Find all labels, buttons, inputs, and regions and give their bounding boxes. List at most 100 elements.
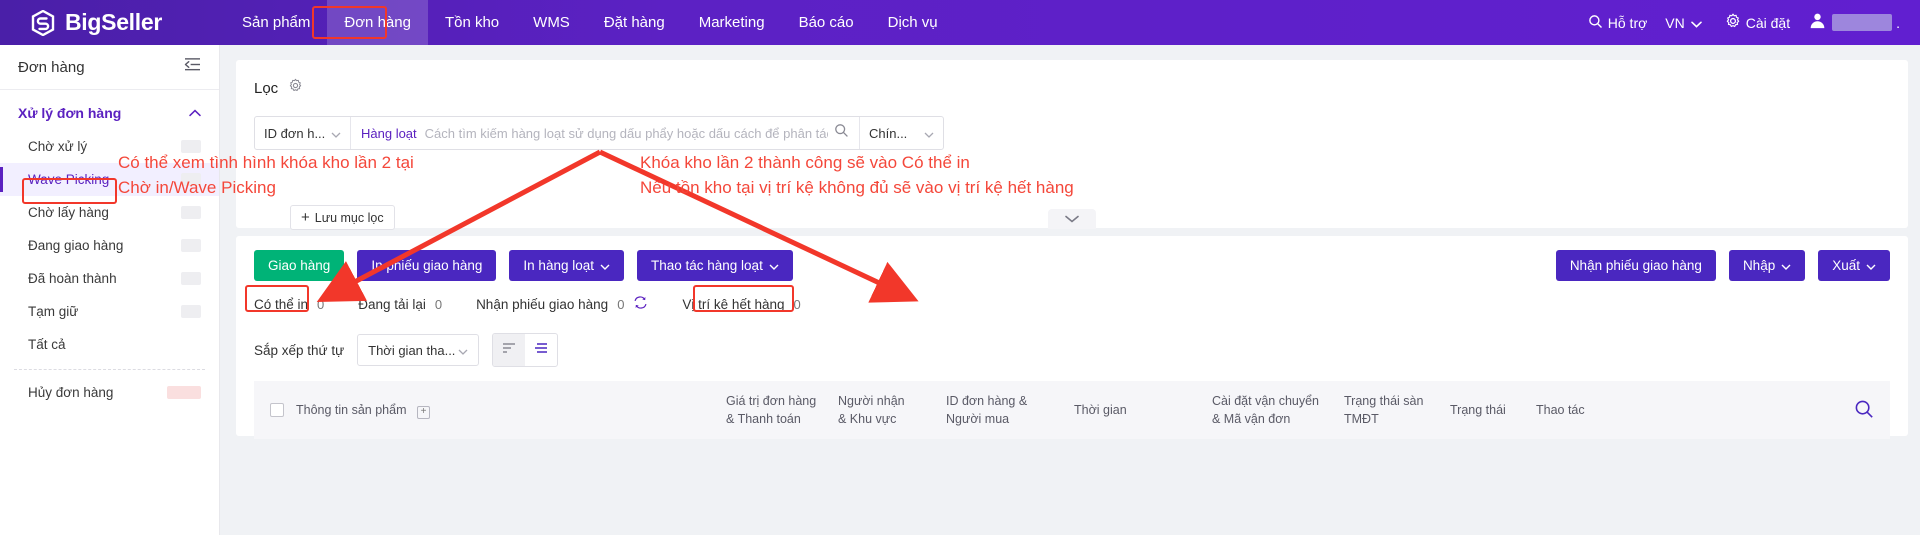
top-navigation-bar: BigSeller Sản phẩm Đơn hàng Tồn kho WMS …: [0, 0, 1920, 45]
sidebar-badge-redacted: [181, 173, 201, 186]
support-button[interactable]: Hỗ trợ: [1588, 14, 1648, 32]
match-mode-select[interactable]: Chín...: [859, 117, 943, 149]
sidebar-item-label: Tạm giữ: [28, 304, 79, 319]
sidebar-item-wave-picking[interactable]: Wave Picking: [0, 163, 219, 196]
thao-tac-hang-loat-button[interactable]: Thao tác hàng loạt: [636, 250, 793, 281]
tab-label: Đang tải lại: [358, 296, 426, 312]
sort-field-select[interactable]: Thời gian tha...: [357, 334, 480, 366]
column-thoi-gian: Thời gian: [1074, 402, 1127, 417]
chevron-up-icon: [189, 104, 201, 122]
nav-label: WMS: [533, 14, 570, 31]
nav-item-don-hang[interactable]: Đơn hàng: [327, 0, 428, 45]
sidebar-item-label: Tất cả: [28, 337, 66, 352]
sort-row: Sắp xếp thứ tự Thời gian tha...: [254, 333, 1890, 367]
nhan-phieu-giao-hang-button[interactable]: Nhận phiếu giao hàng: [1555, 250, 1716, 281]
app-root: BigSeller Sản phẩm Đơn hàng Tồn kho WMS …: [0, 0, 1920, 535]
filter-title-row: Lọc: [254, 74, 1890, 102]
match-mode-value: Chín...: [869, 125, 908, 141]
in-phieu-giao-hang-button[interactable]: In phiếu giao hàng: [357, 250, 497, 281]
tab-co-the-in[interactable]: Có thể in 0: [254, 297, 324, 312]
sidebar-item-label: Đang giao hàng: [28, 238, 124, 253]
column-thong-tin-san-pham: Thông tin sản phẩm +: [296, 401, 726, 419]
sidebar-title: Đơn hàng: [18, 58, 85, 76]
tab-label: Có thể in: [254, 296, 309, 312]
nav-label: Marketing: [698, 14, 765, 31]
support-label: Hỗ trợ: [1607, 14, 1648, 31]
sidebar-divider: [14, 369, 205, 370]
tab-label: Vị trí kệ hết hàng: [682, 296, 785, 312]
sort-descending-button[interactable]: [525, 334, 557, 366]
tab-count: 0: [617, 296, 625, 312]
search-icon[interactable]: [834, 123, 849, 143]
settings-button[interactable]: Cài đặt: [1725, 13, 1790, 32]
button-label: Nhận phiếu giao hàng: [1569, 258, 1702, 273]
sidebar-badge-redacted: [181, 140, 201, 153]
tab-count: 0: [317, 296, 325, 312]
tab-count: 0: [434, 296, 443, 312]
tab-dang-tai-lai[interactable]: Đang tải lại 0: [358, 297, 442, 312]
tab-label: Nhận phiếu giao hàng: [476, 296, 609, 312]
settings-label: Cài đặt: [1745, 14, 1791, 31]
chevron-down-icon: [1065, 210, 1079, 228]
giao-hang-button[interactable]: Giao hàng: [254, 250, 345, 281]
nav-item-san-pham[interactable]: Sản phẩm: [225, 0, 327, 45]
sidebar-item-cho-lay-hang[interactable]: Chờ lấy hàng: [0, 196, 219, 229]
column-label: Thông tin sản phẩm: [296, 402, 407, 417]
table-search-icon[interactable]: [1854, 399, 1874, 424]
sort-ascending-button[interactable]: [493, 334, 526, 366]
tab-vi-tri-ke-het-hang[interactable]: Vị trí kệ hết hàng 0: [682, 297, 800, 312]
avatar: [1808, 11, 1827, 35]
nav-item-dich-vu[interactable]: Dịch vụ: [871, 0, 955, 45]
xuat-button[interactable]: Xuất: [1818, 250, 1890, 281]
sidebar-item-tat-ca[interactable]: Tất cả: [0, 328, 219, 361]
column-cai-dat-van-chuyen: Cài đặt vận chuyển & Mã vận đơn: [1212, 393, 1320, 426]
brand-logo-area[interactable]: BigSeller: [30, 9, 225, 36]
sort-field-value: Thời gian tha...: [368, 342, 456, 358]
column-trang-thai-san-tmdt: Trạng thái sàn TMĐT: [1344, 393, 1424, 426]
language-selector[interactable]: VN: [1665, 15, 1706, 31]
collapse-sidebar-icon[interactable]: [184, 57, 201, 77]
nav-label: Đơn hàng: [344, 14, 411, 31]
gear-icon[interactable]: [288, 78, 303, 98]
user-account-menu[interactable]: .: [1808, 11, 1900, 35]
sidebar-group-xu-ly-don-hang[interactable]: Xử lý đơn hàng: [0, 90, 219, 130]
status-tab-row: Có thể in 0 Đang tải lại 0 Nhận phiếu gi…: [254, 295, 1890, 313]
plus-icon: +: [301, 209, 310, 226]
sidebar-header: Đơn hàng: [0, 45, 219, 90]
tab-count: 0: [793, 296, 801, 312]
search-input[interactable]: [424, 125, 828, 141]
nav-item-marketing[interactable]: Marketing: [682, 0, 782, 45]
select-all-checkbox[interactable]: [270, 403, 284, 417]
nav-item-bao-cao[interactable]: Báo cáo: [782, 0, 871, 45]
nav-label: Dịch vụ: [887, 14, 938, 31]
nav-item-dat-hang[interactable]: Đặt hàng: [587, 0, 682, 45]
search-field-select-value: ID đơn h...: [264, 125, 326, 141]
chevron-down-icon: [600, 258, 610, 273]
batch-search-label[interactable]: Hàng loạt: [361, 126, 417, 141]
add-column-icon[interactable]: +: [416, 405, 430, 419]
save-filter-button[interactable]: + Lưu mục lọc: [290, 205, 395, 230]
nav-item-wms[interactable]: WMS: [516, 0, 587, 45]
sidebar-item-dang-giao-hang[interactable]: Đang giao hàng: [0, 229, 219, 262]
tab-nhan-phieu-giao-hang[interactable]: Nhận phiếu giao hàng 0: [476, 295, 648, 313]
sidebar-item-label: Wave Picking: [28, 172, 110, 187]
column-nguoi-nhan: Người nhận & Khu vực: [838, 393, 905, 426]
refresh-icon[interactable]: [633, 295, 648, 313]
sidebar-item-da-hoan-thanh[interactable]: Đã hoàn thành: [0, 262, 219, 295]
sort-direction-toggle: [492, 333, 559, 367]
sidebar-item-huy-don-hang[interactable]: Hủy đơn hàng: [0, 376, 219, 409]
in-hang-loat-button[interactable]: In hàng loạt: [509, 250, 624, 281]
search-input-wrapper: Hàng loạt: [351, 117, 859, 149]
bigseller-logo-icon: [30, 9, 56, 36]
gear-icon: [1725, 13, 1746, 32]
sidebar-item-tam-giu[interactable]: Tạm giữ: [0, 295, 219, 328]
nav-item-ton-kho[interactable]: Tồn kho: [428, 0, 516, 45]
expand-filter-button[interactable]: [1048, 209, 1096, 229]
language-label: VN: [1665, 14, 1685, 31]
sidebar-group-label: Xử lý đơn hàng: [18, 105, 122, 121]
nhap-button[interactable]: Nhập: [1728, 250, 1806, 281]
button-label: Xuất: [1832, 258, 1860, 273]
chevron-down-icon: [769, 258, 779, 273]
search-field-select[interactable]: ID đơn h...: [255, 117, 351, 149]
sidebar-item-cho-xu-ly[interactable]: Chờ xử lý: [0, 130, 219, 163]
